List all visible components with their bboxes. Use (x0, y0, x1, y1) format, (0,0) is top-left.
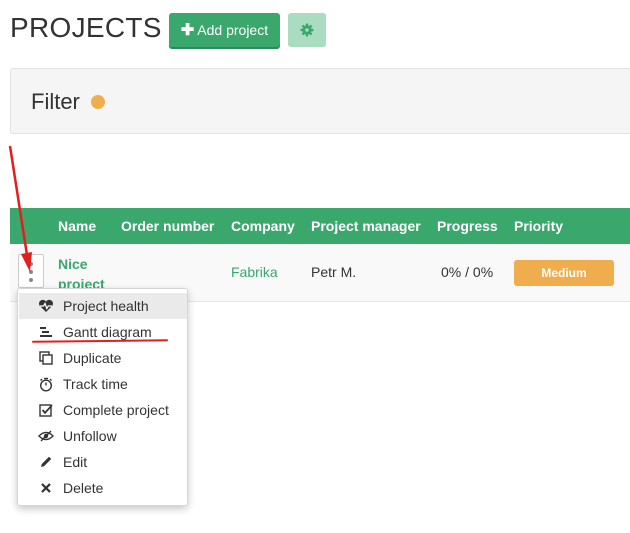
add-project-label: Add project (197, 22, 269, 38)
stopwatch-icon (37, 376, 55, 392)
row-context-menu: Project health Gantt diagram Duplicate T… (17, 288, 188, 506)
column-header-progress[interactable]: Progress (437, 218, 498, 234)
filter-label: Filter (31, 89, 80, 114)
menu-item-label: Edit (63, 454, 88, 470)
settings-button[interactable] (288, 13, 326, 47)
menu-item-label: Unfollow (63, 428, 117, 444)
menu-item-label: Project health (63, 298, 149, 314)
gantt-icon (37, 324, 55, 340)
table-header: Name Order number Company Project manage… (10, 208, 630, 244)
menu-item-edit[interactable]: Edit (19, 449, 187, 475)
progress-cell: 0% / 0% (441, 264, 494, 280)
menu-item-delete[interactable]: Delete (19, 475, 187, 501)
menu-item-label: Track time (63, 376, 128, 392)
row-actions-button[interactable] (18, 254, 44, 288)
menu-item-label: Delete (63, 480, 104, 496)
column-header-company[interactable]: Company (231, 218, 295, 234)
column-header-name[interactable]: Name (58, 218, 96, 234)
menu-item-label: Complete project (63, 402, 169, 418)
company-link[interactable]: Fabrika (231, 264, 278, 280)
menu-item-complete-project[interactable]: Complete project (19, 397, 187, 423)
column-header-project-manager[interactable]: Project manager (311, 218, 421, 234)
menu-item-label: Duplicate (63, 350, 122, 366)
plus-icon: ✚ (180, 22, 195, 39)
heart-pulse-icon (37, 298, 55, 314)
checkbox-icon (37, 402, 55, 418)
filter-status-dot (91, 95, 105, 109)
filter-panel[interactable]: Filter (10, 68, 630, 134)
menu-item-duplicate[interactable]: Duplicate (19, 345, 187, 371)
eye-slash-icon (37, 428, 55, 444)
add-project-button[interactable]: ✚ Add project (169, 13, 280, 47)
menu-item-unfollow[interactable]: Unfollow (19, 423, 187, 449)
close-icon (37, 480, 55, 496)
project-manager-cell: Petr M. (311, 264, 357, 280)
page-title: PROJECTS (10, 12, 162, 43)
duplicate-icon (37, 350, 55, 366)
menu-item-project-health[interactable]: Project health (19, 293, 187, 319)
menu-item-label: Gantt diagram (63, 324, 152, 340)
gear-icon (300, 23, 314, 37)
priority-badge[interactable]: Medium (514, 260, 614, 286)
menu-item-track-time[interactable]: Track time (19, 371, 187, 397)
column-header-priority[interactable]: Priority (514, 218, 563, 234)
pencil-icon (37, 454, 55, 470)
column-header-order-number[interactable]: Order number (121, 218, 214, 234)
